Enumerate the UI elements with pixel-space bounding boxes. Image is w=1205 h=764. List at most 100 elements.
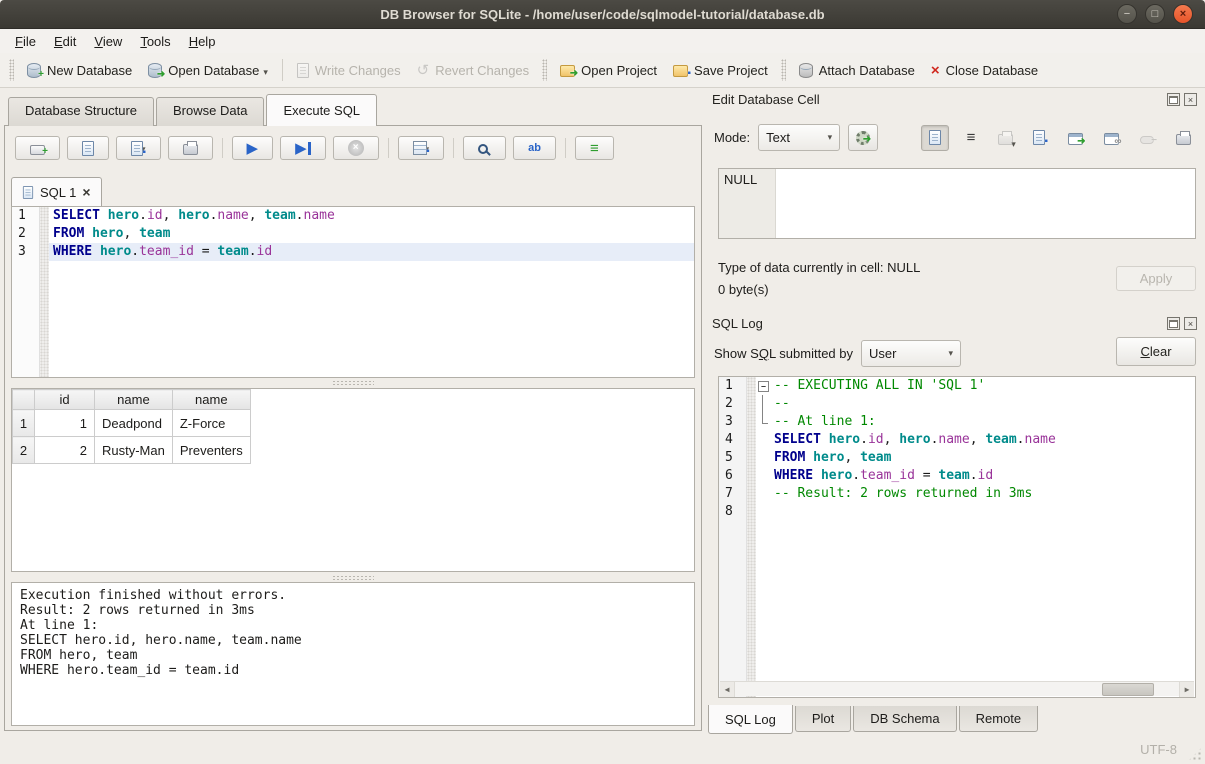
fold-marker-icon — [756, 413, 770, 431]
menu-view[interactable]: View — [85, 31, 131, 52]
table-cell[interactable]: 1 — [35, 410, 95, 437]
table-cell[interactable]: 2 — [35, 437, 95, 464]
apply-button[interactable]: Apply — [1116, 266, 1196, 291]
code-line[interactable]: 2FROM hero, team — [12, 225, 694, 243]
resize-grip[interactable] — [1188, 747, 1202, 761]
close-dock-icon[interactable]: × — [1184, 93, 1197, 106]
code-line[interactable]: 4SELECT hero.id, hero.name, team.name — [719, 431, 1195, 449]
maximize-button[interactable]: □ — [1145, 4, 1165, 24]
clear-log-button[interactable]: Clear — [1116, 337, 1196, 366]
table-cell[interactable]: Rusty-Man — [95, 437, 173, 464]
tab-browse-data[interactable]: Browse Data — [156, 97, 264, 126]
new-sql-tab-button[interactable]: + — [15, 136, 60, 160]
sql-editor-tab[interactable]: SQL 1 × — [11, 177, 102, 206]
close-sql-tab-icon[interactable]: × — [82, 184, 90, 200]
close-dock-icon[interactable]: × — [1184, 317, 1197, 330]
tab-plot[interactable]: Plot — [795, 706, 851, 732]
splitter-handle[interactable] — [332, 575, 374, 580]
open-sql-file-button[interactable] — [67, 136, 109, 160]
menu-edit[interactable]: Edit — [45, 31, 85, 52]
code-line[interactable]: 5FROM hero, team — [719, 449, 1195, 467]
revert-changes-button[interactable]: ↺ Revert Changes — [409, 59, 538, 82]
export-results-button[interactable]: ▪▾ — [398, 136, 445, 160]
execute-line-button[interactable]: ▶ — [280, 136, 326, 160]
execute-all-button[interactable]: ▶ — [232, 136, 274, 160]
menu-file[interactable]: File — [6, 31, 45, 52]
fold-marker-icon[interactable] — [756, 377, 770, 395]
table-cell[interactable]: Z-Force — [172, 410, 250, 437]
export-cell-button[interactable]: ▪ — [1025, 125, 1053, 151]
find-replace-button[interactable]: ab — [513, 136, 556, 160]
scrollbar-thumb[interactable] — [1102, 683, 1154, 696]
maximize-icon: □ — [1152, 9, 1159, 20]
row-header[interactable]: 1 — [13, 410, 35, 437]
scroll-right-icon[interactable]: ▶ — [1179, 682, 1194, 697]
close-database-button[interactable]: × Close Database — [923, 59, 1046, 82]
print-cell-button[interactable] — [1169, 125, 1197, 151]
float-dock-icon[interactable] — [1167, 93, 1180, 106]
open-external-button[interactable]: ➜ — [1061, 125, 1089, 151]
save-project-button[interactable]: ▪ Save Project — [665, 59, 776, 82]
auto-apply-button[interactable]: ➜ — [848, 124, 878, 151]
code-line[interactable]: 6WHERE hero.team_id = team.id — [719, 467, 1195, 485]
code-line[interactable]: 1SELECT hero.id, hero.name, team.name — [12, 207, 694, 225]
open-url-button[interactable]: ∞ — [1097, 125, 1125, 151]
revert-changes-icon: ↺ — [417, 63, 430, 78]
sql-toolbar: + ▪▾ ▶ ▶ × ▪▾ ab ≡ — [15, 136, 614, 160]
minimize-button[interactable]: − — [1117, 4, 1137, 24]
open-project-button[interactable]: ➜ Open Project — [552, 59, 665, 82]
close-button[interactable]: × — [1173, 4, 1193, 24]
open-database-caret-icon[interactable]: ▾ — [263, 67, 268, 78]
menu-tools[interactable]: Tools — [131, 31, 179, 52]
find-button[interactable] — [463, 136, 506, 160]
code-line[interactable]: 7-- Result: 2 rows returned in 3ms — [719, 485, 1195, 503]
toolbar-drag-handle[interactable] — [542, 59, 547, 81]
sql-log-view[interactable]: 1-- EXECUTING ALL IN 'SQL 1'2--3-- At li… — [718, 376, 1196, 698]
print-sql-button[interactable] — [168, 136, 213, 160]
attach-database-button[interactable]: Attach Database — [791, 59, 923, 82]
column-header[interactable]: name — [172, 390, 250, 410]
tab-sql-log[interactable]: SQL Log — [708, 705, 793, 734]
menu-help[interactable]: Help — [180, 31, 225, 52]
toolbar-drag-handle[interactable] — [781, 59, 786, 81]
corner-header[interactable] — [13, 390, 35, 410]
import-cell-button[interactable]: ▾ — [993, 125, 1021, 151]
column-header[interactable]: id — [35, 390, 95, 410]
table-cell[interactable]: Deadpond — [95, 410, 173, 437]
splitter-handle[interactable] — [332, 380, 374, 385]
tab-execute-sql[interactable]: Execute SQL — [266, 94, 377, 126]
scroll-left-icon[interactable]: ◀ — [720, 682, 735, 697]
new-database-button[interactable]: + New Database — [19, 59, 140, 82]
code-line[interactable]: 8 — [719, 503, 1195, 521]
column-header[interactable]: name — [95, 390, 173, 410]
table-row[interactable]: 22Rusty-ManPreventers — [13, 437, 251, 464]
mode-select[interactable]: Text ▾ — [758, 124, 840, 151]
tab-remote[interactable]: Remote — [959, 706, 1039, 732]
table-cell[interactable]: Preventers — [172, 437, 250, 464]
save-sql-file-button[interactable]: ▪▾ — [116, 136, 161, 160]
minimize-icon: − — [1124, 9, 1130, 20]
toolbar-drag-handle[interactable] — [9, 59, 14, 81]
code-line[interactable]: 3WHERE hero.team_id = team.id — [12, 243, 694, 261]
tab-database-structure[interactable]: Database Structure — [8, 97, 154, 126]
table-row[interactable]: 11DeadpondZ-Force — [13, 410, 251, 437]
text-mode-button[interactable] — [921, 125, 949, 151]
submitter-select[interactable]: User ▾ — [861, 340, 961, 367]
code-line[interactable]: 2-- — [719, 395, 1195, 413]
horizontal-scrollbar[interactable]: ◀▶ — [720, 681, 1194, 696]
write-changes-button[interactable]: Write Changes — [289, 59, 409, 82]
cell-value-editor[interactable]: NULL — [718, 168, 1196, 239]
code-line[interactable]: 3-- At line 1: — [719, 413, 1195, 431]
open-database-button[interactable]: ➜ Open Database ▾ — [140, 59, 276, 82]
execution-status-log[interactable]: Execution finished without errors. Resul… — [11, 582, 695, 726]
sql-editor[interactable]: 1SELECT hero.id, hero.name, team.name2FR… — [11, 206, 695, 378]
word-wrap-button[interactable]: ≡ — [957, 125, 985, 151]
code-line[interactable]: 1-- EXECUTING ALL IN 'SQL 1' — [719, 377, 1195, 395]
float-dock-icon[interactable] — [1167, 317, 1180, 330]
stop-execution-button[interactable]: × — [333, 136, 379, 160]
format-sql-button[interactable]: ≡ — [575, 136, 614, 160]
row-header[interactable]: 2 — [13, 437, 35, 464]
titlebar[interactable]: DB Browser for SQLite - /home/user/code/… — [0, 0, 1205, 29]
set-null-button[interactable]: − — [1133, 125, 1161, 151]
tab-db-schema[interactable]: DB Schema — [853, 706, 956, 732]
